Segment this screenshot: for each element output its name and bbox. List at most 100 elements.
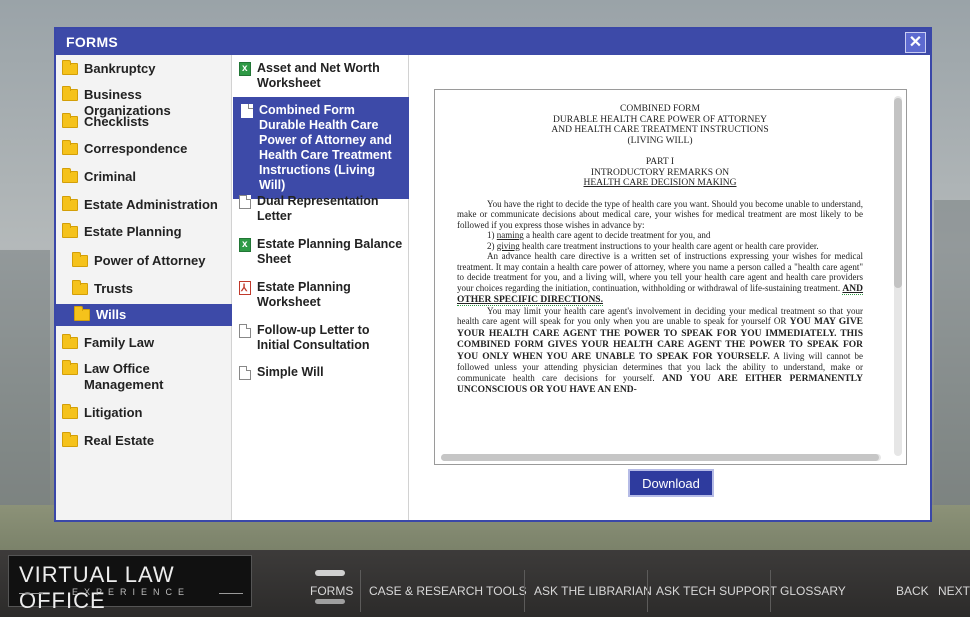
file-list: Asset and Net Worth Worksheet Combined F…: [233, 55, 409, 520]
folder-open-icon: [62, 223, 78, 238]
document-icon: [241, 104, 253, 118]
doc-paragraph: You have the right to decide the type of…: [457, 198, 863, 230]
category-label: Estate Planning: [84, 224, 182, 239]
doc-head-line: DURABLE HEALTH CARE POWER OF ATTORNEY: [552, 114, 768, 125]
folder-icon: [62, 86, 78, 101]
nav-divider: [524, 570, 525, 612]
category-power-of-attorney[interactable]: Power of Attorney: [72, 252, 228, 269]
folder-icon: [72, 280, 88, 295]
category-trusts[interactable]: Trusts: [72, 280, 228, 297]
category-criminal[interactable]: Criminal: [62, 168, 228, 185]
nav-divider: [360, 570, 361, 612]
category-real-estate[interactable]: Real Estate: [62, 432, 228, 449]
active-indicator: [315, 570, 345, 576]
document-icon: [239, 195, 251, 209]
nav-divider: [647, 570, 648, 612]
nav-ask-tech-support[interactable]: ASK TECH SUPPORT: [656, 584, 777, 598]
background-building: [934, 200, 970, 510]
category-label: Checklists: [84, 114, 150, 129]
folder-icon: [62, 113, 78, 128]
folder-icon: [62, 196, 78, 211]
file-label: Combined Form Durable Health Care Power …: [259, 103, 392, 192]
excel-icon: [239, 61, 251, 76]
forms-modal: FORMS ✕ Bankruptcy Business Organization…: [54, 27, 932, 522]
nav-divider: [770, 570, 771, 612]
bottom-navigation-bar: VIRTUAL LAW OFFICE EXPERIENCE FORMS CASE…: [0, 550, 970, 617]
vertical-scrollbar[interactable]: [894, 96, 902, 456]
modal-title: FORMS: [66, 34, 119, 50]
folder-icon: [62, 432, 78, 447]
doc-part: PART I: [645, 157, 675, 167]
category-label: Law Office Management: [84, 361, 164, 392]
doc-list-item: 2) giving health care treatment instruct…: [487, 240, 819, 251]
category-estate-planning[interactable]: Estate Planning: [62, 223, 228, 240]
category-label: Real Estate: [84, 433, 155, 448]
file-item[interactable]: Estate Planning Worksheet: [239, 280, 405, 310]
category-label: Correspondence: [84, 141, 188, 156]
category-wills[interactable]: Wills: [56, 304, 232, 326]
document-icon: [239, 324, 251, 338]
doc-paragraph: An advance health care directive is a wr…: [457, 251, 863, 306]
document-icon: [239, 366, 251, 380]
nav-glossary[interactable]: GLOSSARY: [780, 584, 846, 598]
category-label: Criminal: [84, 169, 137, 184]
category-label: Trusts: [94, 281, 134, 296]
file-label: Dual Representation Letter: [257, 194, 379, 223]
category-family-law[interactable]: Family Law: [62, 334, 228, 351]
pdf-icon: [239, 281, 251, 296]
category-label: Estate Administration: [84, 197, 218, 212]
folder-icon: [62, 140, 78, 155]
file-item[interactable]: Simple Will: [239, 365, 405, 380]
category-correspondence[interactable]: Correspondence: [62, 140, 228, 157]
category-label: Power of Attorney: [94, 253, 206, 268]
folder-icon: [62, 334, 78, 349]
folder-icon: [62, 60, 78, 75]
folder-icon: [62, 360, 78, 375]
scrollbar-thumb[interactable]: [894, 98, 902, 288]
category-litigation[interactable]: Litigation: [62, 404, 228, 421]
scrollbar-thumb[interactable]: [441, 454, 879, 461]
file-label: Estate Planning Worksheet: [257, 280, 351, 309]
file-label: Asset and Net Worth Worksheet: [257, 61, 380, 90]
doc-head-line: COMBINED FORM: [620, 104, 700, 114]
file-label: Follow-up Letter to Initial Consultation: [257, 323, 370, 352]
document-preview-pane: COMBINED FORM DURABLE HEALTH CARE POWER …: [410, 55, 930, 520]
logo-subtitle: EXPERIENCE: [71, 587, 191, 597]
file-label: Simple Will: [257, 365, 324, 379]
document-text: COMBINED FORM DURABLE HEALTH CARE POWER …: [457, 104, 863, 396]
folder-icon: [72, 252, 88, 267]
category-list: Bankruptcy Business Organizations Checkl…: [56, 55, 232, 520]
file-item[interactable]: Dual Representation Letter: [239, 194, 405, 224]
file-item[interactable]: Estate Planning Balance Sheet: [239, 237, 405, 267]
category-bankruptcy[interactable]: Bankruptcy: [62, 60, 228, 77]
category-label: Litigation: [84, 405, 143, 420]
folder-icon: [74, 306, 90, 321]
category-law-office-management[interactable]: Law Office Management: [62, 360, 228, 393]
horizontal-scrollbar[interactable]: [441, 454, 881, 461]
file-item[interactable]: Follow-up Letter to Initial Consultation: [239, 323, 405, 353]
file-item[interactable]: Asset and Net Worth Worksheet: [239, 61, 405, 91]
doc-part-title: INTRODUCTORY REMARKS ON: [590, 167, 730, 178]
doc-list-item: 1) naming a health care agent to decide …: [487, 230, 711, 240]
file-label: Estate Planning Balance Sheet: [257, 237, 403, 266]
category-estate-administration[interactable]: Estate Administration: [62, 196, 228, 213]
close-icon[interactable]: ✕: [905, 31, 926, 53]
nav-next[interactable]: NEXT: [938, 584, 970, 598]
doc-part-subtitle: HEALTH CARE DECISION MAKING: [583, 178, 737, 188]
download-button[interactable]: Download: [628, 469, 714, 497]
category-label: Wills: [96, 307, 127, 322]
category-label: Bankruptcy: [84, 61, 156, 76]
folder-icon: [62, 168, 78, 183]
excel-icon: [239, 237, 251, 252]
document-heading: COMBINED FORM DURABLE HEALTH CARE POWER …: [457, 104, 863, 189]
file-item-selected[interactable]: Combined Form Durable Health Care Power …: [233, 97, 409, 199]
active-indicator: [315, 599, 345, 604]
category-checklists[interactable]: Checklists: [62, 113, 228, 130]
nav-forms[interactable]: FORMS: [310, 584, 353, 598]
logo: VIRTUAL LAW OFFICE EXPERIENCE: [8, 555, 252, 613]
nav-ask-the-librarian[interactable]: ASK THE LIBRARIAN: [534, 584, 652, 598]
nav-case-research-tools[interactable]: CASE & RESEARCH TOOLS: [369, 584, 527, 598]
doc-head-line: (LIVING WILL): [627, 135, 693, 146]
document-viewer[interactable]: COMBINED FORM DURABLE HEALTH CARE POWER …: [434, 89, 907, 465]
nav-back[interactable]: BACK: [896, 584, 929, 598]
